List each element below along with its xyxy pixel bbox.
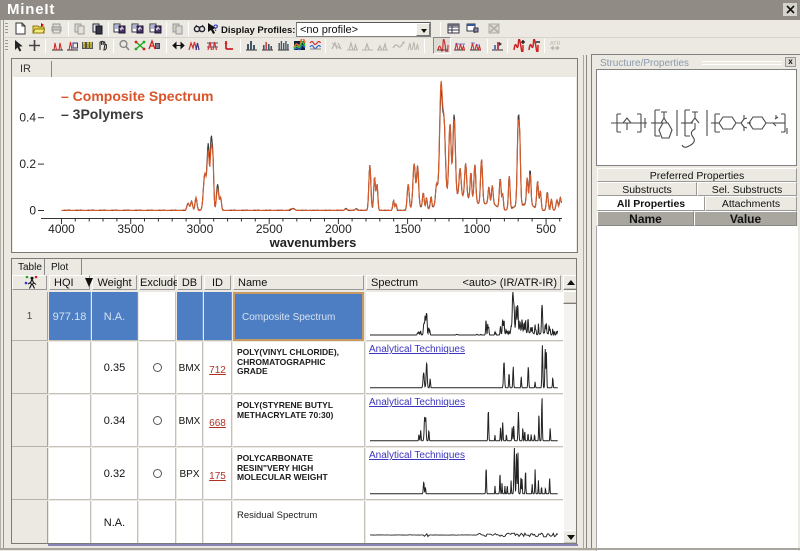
svg-text:500: 500 — [536, 222, 556, 236]
svg-text:2000: 2000 — [325, 222, 352, 236]
svg-text:3500: 3500 — [117, 222, 144, 236]
svg-text:0: 0 — [29, 204, 36, 218]
svg-text:wavenumbers: wavenumbers — [269, 235, 357, 250]
svg-text:4000: 4000 — [48, 222, 75, 236]
svg-text:ATR: ATR — [550, 41, 561, 47]
svg-text:1500: 1500 — [394, 222, 421, 236]
svg-text:?: ? — [213, 23, 219, 33]
svg-text:2500: 2500 — [256, 222, 283, 236]
svg-text:0.2: 0.2 — [19, 157, 36, 171]
svg-text:1000: 1000 — [463, 222, 490, 236]
svg-text:3000: 3000 — [187, 222, 214, 236]
svg-text:0.4: 0.4 — [19, 111, 36, 125]
